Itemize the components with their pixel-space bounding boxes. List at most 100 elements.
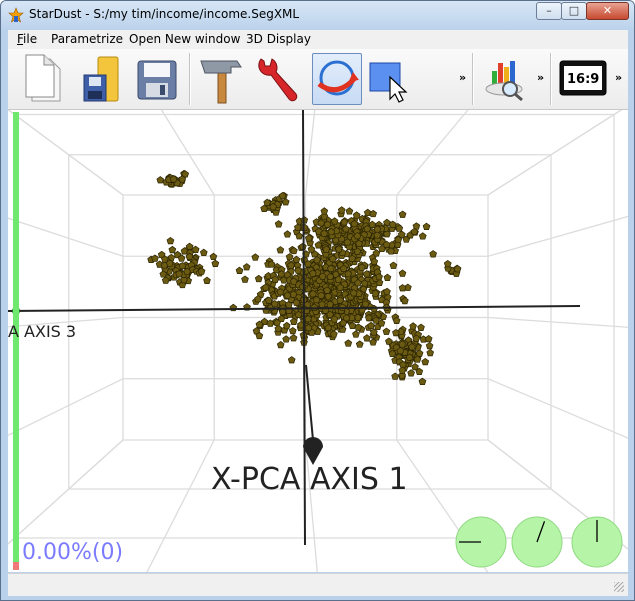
- data-point: [287, 356, 296, 364]
- data-point: [330, 217, 339, 225]
- axis-depth: [305, 364, 314, 441]
- toolbar-separator: [472, 53, 474, 105]
- data-point: [203, 276, 211, 284]
- orientation-dials: [455, 516, 623, 568]
- data-point: [367, 321, 375, 330]
- toolbar-overflow-button-1[interactable]: »: [459, 71, 466, 84]
- data-point: [289, 334, 298, 342]
- data-point: [443, 259, 452, 268]
- open-folder-icon: [83, 56, 119, 102]
- data-point: [418, 232, 427, 240]
- data-point: [276, 340, 285, 349]
- 3d-scatter-view[interactable]: X-PCA AXIS 1 A AXIS 3 0.00%(0): [8, 110, 628, 572]
- axis-1-label: X-PCA AXIS 1: [211, 462, 408, 497]
- data-point: [282, 321, 291, 330]
- window-title: StarDust - S:/my tim/income/income.SegXM…: [29, 7, 300, 21]
- data-point: [320, 207, 329, 215]
- grid-line: [487, 316, 628, 328]
- close-button[interactable]: ✕: [586, 2, 629, 20]
- chart-magnifier-icon: [485, 61, 523, 102]
- data-point: [156, 176, 165, 184]
- resize-grip[interactable]: [614, 582, 624, 592]
- progress-readout: 0.00%(0): [22, 540, 124, 565]
- data-point: [417, 323, 425, 331]
- toolbar-overflow-button-2[interactable]: »: [537, 71, 544, 84]
- app-window: StarDust - S:/my tim/income/income.SegXM…: [0, 0, 635, 601]
- new-document-button[interactable]: [22, 53, 72, 105]
- data-point: [185, 242, 194, 250]
- axis1-arrowhead: [303, 437, 323, 465]
- rotate-icon: [317, 60, 359, 96]
- data-point: [397, 230, 406, 238]
- grid-line: [8, 378, 124, 437]
- rotate-button[interactable]: [312, 53, 362, 105]
- data-point: [421, 357, 430, 366]
- menu-file-label: ile: [23, 32, 38, 46]
- menu-3d-display[interactable]: 3D Display: [246, 32, 311, 46]
- data-point: [398, 210, 407, 218]
- data-point: [363, 334, 371, 342]
- data-point: [383, 287, 391, 296]
- aspect-ratio-label: 16:9: [567, 72, 600, 87]
- data-point: [168, 245, 177, 254]
- grid-line: [487, 110, 623, 196]
- toolbar-separator: [189, 53, 191, 105]
- toolbar-overflow-button-3[interactable]: »: [615, 71, 622, 84]
- data-point: [307, 245, 316, 253]
- open-button[interactable]: [78, 53, 128, 105]
- data-point: [281, 198, 290, 206]
- chart-search-button[interactable]: [480, 53, 530, 105]
- vertical-progress-bar-end: [13, 562, 19, 570]
- perspective-grid: [8, 110, 628, 572]
- save-button[interactable]: [134, 53, 184, 105]
- data-point: [254, 274, 263, 283]
- title-bar[interactable]: StarDust - S:/my tim/income/income.SegXM…: [1, 1, 634, 29]
- data-point: [211, 259, 220, 267]
- select-button[interactable]: [366, 53, 416, 105]
- minimize-button[interactable]: –: [536, 2, 562, 20]
- data-point: [426, 348, 435, 357]
- data-point: [391, 372, 400, 380]
- data-point: [368, 220, 377, 228]
- menu-bar: File Parametrize Open New window 3D Disp…: [8, 30, 628, 49]
- data-point: [398, 284, 407, 292]
- data-point: [288, 326, 297, 335]
- data-point: [407, 369, 415, 377]
- data-point: [199, 248, 208, 257]
- data-point: [383, 273, 392, 282]
- data-point: [251, 253, 260, 261]
- data-point: [235, 266, 244, 274]
- data-point: [209, 252, 218, 261]
- hammer-button[interactable]: [197, 53, 247, 105]
- toolbar-separator: [550, 53, 552, 105]
- 3d-scene[interactable]: [8, 110, 628, 572]
- menu-open-new-window[interactable]: Open New window: [129, 32, 240, 46]
- data-point: [429, 250, 438, 258]
- grid-line: [304, 110, 316, 196]
- data-point: [425, 341, 434, 350]
- menu-file[interactable]: File: [17, 32, 37, 46]
- status-bar: [8, 573, 628, 596]
- aspect-ratio-button[interactable]: 16:9: [558, 53, 608, 105]
- maximize-button[interactable]: □: [561, 2, 587, 20]
- data-point: [422, 222, 431, 230]
- stardust-app-icon: [8, 7, 24, 23]
- wrench-icon: [258, 58, 298, 102]
- data-point: [409, 322, 417, 330]
- grid-line: [146, 439, 215, 572]
- menu-parametrize[interactable]: Parametrize: [51, 32, 123, 46]
- data-point: [337, 206, 346, 214]
- data-point: [424, 334, 433, 343]
- document-icon: [25, 54, 61, 102]
- data-point: [283, 230, 292, 238]
- hammer-icon: [200, 60, 242, 104]
- data-point: [398, 269, 407, 277]
- data-point: [411, 362, 419, 371]
- data-point: [242, 263, 251, 271]
- data-point: [274, 324, 283, 333]
- grid-line: [396, 110, 469, 196]
- wrench-button[interactable]: [253, 53, 303, 105]
- data-point: [166, 236, 175, 245]
- data-point: [352, 330, 360, 338]
- data-point: [285, 253, 294, 261]
